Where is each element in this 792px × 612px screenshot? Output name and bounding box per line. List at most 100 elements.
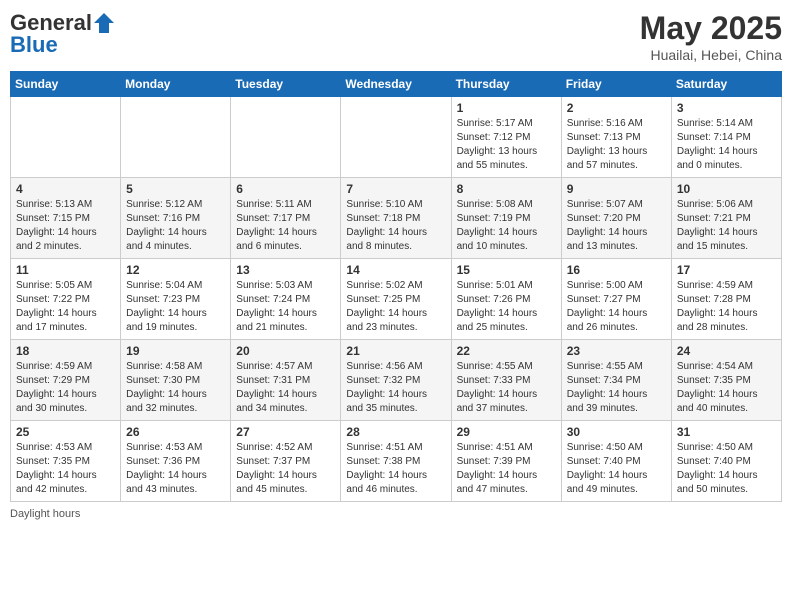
- day-info: Sunrise: 4:58 AM Sunset: 7:30 PM Dayligh…: [126, 360, 225, 416]
- day-number: 13: [236, 263, 335, 277]
- calendar-cell: 4 Sunrise: 5:13 AM Sunset: 7:15 PM Daylig…: [11, 178, 121, 259]
- day-info: Sunrise: 5:13 AM Sunset: 7:15 PM Dayligh…: [16, 198, 115, 254]
- calendar-header-row: Sunday Monday Tuesday Wednesday Thursday…: [11, 72, 782, 97]
- day-number: 18: [16, 344, 115, 358]
- calendar-cell: 26Sunrise: 4:53 AM Sunset: 7:36 PM Dayli…: [121, 421, 231, 502]
- calendar-cell: [121, 97, 231, 178]
- footer-note: Daylight hours: [10, 508, 782, 520]
- day-number: 20: [236, 344, 335, 358]
- calendar-week-row: 25 Sunrise: 4:53 AM Sunset: 7:35 PM Dayli…: [11, 421, 782, 502]
- calendar-cell: 17 Sunrise: 4:59 AM Sunset: 7:28 PM Dayli…: [671, 259, 781, 340]
- day-number: 23: [567, 344, 666, 358]
- day-info: Sunrise: 4:52 AM Sunset: 7:37 PM Dayligh…: [236, 441, 335, 497]
- day-info: Sunrise: 4:59 AM Sunset: 7:28 PM Dayligh…: [677, 279, 776, 335]
- calendar-cell: 25 Sunrise: 4:53 AM Sunset: 7:35 PM Dayli…: [11, 421, 121, 502]
- title-month: May 2025: [640, 10, 782, 47]
- calendar-cell: 3 Sunrise: 5:14 AM Sunset: 7:14 PM Daylig…: [671, 97, 781, 178]
- day-info: Sunrise: 5:11 AM Sunset: 7:17 PM Dayligh…: [236, 198, 335, 254]
- calendar-cell: [231, 97, 341, 178]
- day-info: Sunrise: 4:50 AM Sunset: 7:40 PM Dayligh…: [677, 441, 776, 497]
- day-info: Sunrise: 5:07 AM Sunset: 7:20 PM Dayligh…: [567, 198, 666, 254]
- day-number: 3: [677, 101, 776, 115]
- day-info: Sunrise: 4:56 AM Sunset: 7:32 PM Dayligh…: [346, 360, 445, 416]
- logo-icon: [94, 13, 114, 33]
- day-number: 5: [126, 182, 225, 196]
- calendar-cell: 23 Sunrise: 4:55 AM Sunset: 7:34 PM Dayli…: [561, 340, 671, 421]
- col-tuesday: Tuesday: [231, 72, 341, 97]
- day-info: Sunrise: 4:50 AM Sunset: 7:40 PM Dayligh…: [567, 441, 666, 497]
- calendar-cell: 11 Sunrise: 5:05 AM Sunset: 7:22 PM Dayli…: [11, 259, 121, 340]
- day-info: Sunrise: 5:01 AM Sunset: 7:26 PM Dayligh…: [457, 279, 556, 335]
- day-info: Sunrise: 5:00 AM Sunset: 7:27 PM Dayligh…: [567, 279, 666, 335]
- col-thursday: Thursday: [451, 72, 561, 97]
- day-info: Sunrise: 4:53 AM Sunset: 7:36 PM Dayligh…: [126, 441, 225, 497]
- calendar-cell: 20Sunrise: 4:57 AM Sunset: 7:31 PM Dayli…: [231, 340, 341, 421]
- col-sunday: Sunday: [11, 72, 121, 97]
- day-number: 6: [236, 182, 335, 196]
- day-number: 4: [16, 182, 115, 196]
- day-number: 28: [346, 425, 445, 439]
- day-number: 31: [677, 425, 776, 439]
- day-number: 15: [457, 263, 556, 277]
- calendar-cell: 29Sunrise: 4:51 AM Sunset: 7:39 PM Dayli…: [451, 421, 561, 502]
- calendar-cell: 28 Sunrise: 4:51 AM Sunset: 7:38 PM Dayli…: [341, 421, 451, 502]
- calendar-cell: 10 Sunrise: 5:06 AM Sunset: 7:21 PM Dayli…: [671, 178, 781, 259]
- day-info: Sunrise: 4:51 AM Sunset: 7:38 PM Dayligh…: [346, 441, 445, 497]
- calendar-cell: [341, 97, 451, 178]
- day-number: 19: [126, 344, 225, 358]
- day-number: 14: [346, 263, 445, 277]
- calendar-cell: 14 Sunrise: 5:02 AM Sunset: 7:25 PM Dayli…: [341, 259, 451, 340]
- calendar-cell: 8 Sunrise: 5:08 AM Sunset: 7:19 PM Daylig…: [451, 178, 561, 259]
- calendar-cell: 22Sunrise: 4:55 AM Sunset: 7:33 PM Dayli…: [451, 340, 561, 421]
- calendar-cell: 18Sunrise: 4:59 AM Sunset: 7:29 PM Dayli…: [11, 340, 121, 421]
- day-info: Sunrise: 5:02 AM Sunset: 7:25 PM Dayligh…: [346, 279, 445, 335]
- day-info: Sunrise: 5:03 AM Sunset: 7:24 PM Dayligh…: [236, 279, 335, 335]
- title-location: Huailai, Hebei, China: [640, 47, 782, 63]
- day-number: 29: [457, 425, 556, 439]
- calendar-cell: 24Sunrise: 4:54 AM Sunset: 7:35 PM Dayli…: [671, 340, 781, 421]
- header: General Blue May 2025 Huailai, Hebei, Ch…: [10, 10, 782, 63]
- calendar-cell: 13 Sunrise: 5:03 AM Sunset: 7:24 PM Dayli…: [231, 259, 341, 340]
- daylight-label: Daylight hours: [10, 508, 80, 520]
- day-info: Sunrise: 4:55 AM Sunset: 7:34 PM Dayligh…: [567, 360, 666, 416]
- calendar-cell: 9 Sunrise: 5:07 AM Sunset: 7:20 PM Daylig…: [561, 178, 671, 259]
- calendar-cell: 27 Sunrise: 4:52 AM Sunset: 7:37 PM Dayli…: [231, 421, 341, 502]
- day-number: 12: [126, 263, 225, 277]
- day-info: Sunrise: 5:12 AM Sunset: 7:16 PM Dayligh…: [126, 198, 225, 254]
- calendar-cell: 19 Sunrise: 4:58 AM Sunset: 7:30 PM Dayli…: [121, 340, 231, 421]
- calendar-cell: 15 Sunrise: 5:01 AM Sunset: 7:26 PM Dayli…: [451, 259, 561, 340]
- day-number: 30: [567, 425, 666, 439]
- calendar-cell: 6 Sunrise: 5:11 AM Sunset: 7:17 PM Daylig…: [231, 178, 341, 259]
- day-number: 22: [457, 344, 556, 358]
- calendar-cell: 1Sunrise: 5:17 AM Sunset: 7:12 PM Daylig…: [451, 97, 561, 178]
- calendar-cell: 7Sunrise: 5:10 AM Sunset: 7:18 PM Daylig…: [341, 178, 451, 259]
- day-info: Sunrise: 5:10 AM Sunset: 7:18 PM Dayligh…: [346, 198, 445, 254]
- day-number: 17: [677, 263, 776, 277]
- day-info: Sunrise: 5:14 AM Sunset: 7:14 PM Dayligh…: [677, 117, 776, 173]
- col-wednesday: Wednesday: [341, 72, 451, 97]
- day-info: Sunrise: 5:17 AM Sunset: 7:12 PM Dayligh…: [457, 117, 556, 173]
- calendar-cell: 12Sunrise: 5:04 AM Sunset: 7:23 PM Dayli…: [121, 259, 231, 340]
- title-block: May 2025 Huailai, Hebei, China: [640, 10, 782, 63]
- day-info: Sunrise: 4:53 AM Sunset: 7:35 PM Dayligh…: [16, 441, 115, 497]
- logo: General Blue: [10, 10, 114, 58]
- day-info: Sunrise: 5:06 AM Sunset: 7:21 PM Dayligh…: [677, 198, 776, 254]
- day-number: 2: [567, 101, 666, 115]
- day-number: 25: [16, 425, 115, 439]
- day-number: 27: [236, 425, 335, 439]
- day-info: Sunrise: 5:05 AM Sunset: 7:22 PM Dayligh…: [16, 279, 115, 335]
- logo-blue: Blue: [10, 32, 58, 57]
- day-number: 10: [677, 182, 776, 196]
- day-number: 8: [457, 182, 556, 196]
- calendar-week-row: 4 Sunrise: 5:13 AM Sunset: 7:15 PM Daylig…: [11, 178, 782, 259]
- calendar-week-row: 1Sunrise: 5:17 AM Sunset: 7:12 PM Daylig…: [11, 97, 782, 178]
- calendar-week-row: 18Sunrise: 4:59 AM Sunset: 7:29 PM Dayli…: [11, 340, 782, 421]
- day-number: 21: [346, 344, 445, 358]
- day-number: 9: [567, 182, 666, 196]
- day-number: 16: [567, 263, 666, 277]
- day-info: Sunrise: 4:54 AM Sunset: 7:35 PM Dayligh…: [677, 360, 776, 416]
- col-monday: Monday: [121, 72, 231, 97]
- col-saturday: Saturday: [671, 72, 781, 97]
- day-number: 11: [16, 263, 115, 277]
- day-info: Sunrise: 5:08 AM Sunset: 7:19 PM Dayligh…: [457, 198, 556, 254]
